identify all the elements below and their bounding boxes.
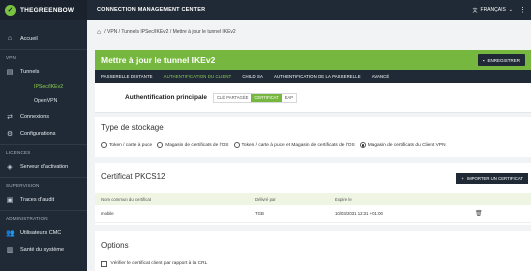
- storage-option-vpn-client[interactable]: Magasin de certificats du Client VPN: [359, 142, 446, 148]
- home-icon[interactable]: ⌂: [97, 29, 101, 36]
- storage-option-os[interactable]: Magasin de certificats de l'OS: [157, 142, 229, 148]
- tab-authentification-client[interactable]: AUTHENTIFICATION DU CLIENT: [164, 74, 232, 79]
- checkbox[interactable]: [101, 261, 107, 267]
- brand-name: THEGREENBOW: [20, 6, 75, 14]
- shield-icon: ◈: [7, 163, 13, 171]
- radio-label: Token / carte à puce et Magasin de certi…: [241, 142, 355, 148]
- divider: [0, 210, 87, 211]
- tab-child-sa[interactable]: CHILD SA: [242, 74, 263, 79]
- options-card: Options Vérifier le certificat client pa…: [95, 231, 531, 271]
- column-header-name[interactable]: Nom commun du certificat: [101, 197, 151, 202]
- sidebar-item-configurations[interactable]: ⚙ Configurations: [0, 125, 87, 142]
- divider: [0, 177, 87, 178]
- health-icon: ▥: [6, 246, 14, 254]
- section-supervision: SUPERVISION: [6, 183, 40, 188]
- radio-button[interactable]: [101, 142, 107, 148]
- sidebar-sub-ipsec[interactable]: IPSec/IKEv2: [0, 80, 87, 94]
- connections-icon: ⇄: [7, 113, 13, 121]
- auth-segmented-control: CLÉ PARTAGÉE CERTIFICAT EAP: [212, 92, 298, 103]
- sidebar-item-traces[interactable]: ▣ Traces d'audit: [0, 191, 87, 208]
- language-selector[interactable]: 文 FRANÇAIS ⌄: [473, 7, 514, 14]
- storage-option-token[interactable]: Token / carte à puce: [101, 142, 152, 148]
- sidebar-item-sante[interactable]: ▥ Santé du système: [0, 241, 87, 258]
- sidebar-item-label: Utilisateurs CMC: [20, 229, 62, 236]
- sidebar-item-label: Accueil: [20, 35, 38, 42]
- sidebar-item-label: Santé du système: [20, 246, 65, 253]
- radio-button-selected[interactable]: [359, 142, 366, 148]
- sidebar-item-serveur[interactable]: ◈ Serveur d'activation: [0, 158, 87, 175]
- plus-icon: +: [461, 176, 464, 181]
- save-icon: ▪: [482, 57, 485, 63]
- page-header: Mettre à jour le tunnel IKEv2 ▪ ENREGIST…: [95, 50, 531, 70]
- audit-icon: ▣: [6, 196, 14, 204]
- tunnel-icon: ▤: [6, 68, 14, 76]
- divider: [0, 49, 87, 50]
- logo[interactable]: ✓ THEGREENBOW: [0, 0, 87, 20]
- sidebar-item-label: Traces d'audit: [20, 196, 55, 203]
- tab-passerelle-distante[interactable]: PASSERELLE DISTANTE: [101, 74, 153, 79]
- section-licences: LICENCES: [6, 150, 31, 155]
- auth-section: Authentification principale CLÉ PARTAGÉE…: [95, 83, 531, 113]
- auth-option-eap[interactable]: EAP: [282, 94, 296, 102]
- pkcs12-card: Certificat PKCS12 + IMPORTER UN CERTIFIC…: [95, 163, 531, 225]
- radio-label: Magasin de certificats du Client VPN: [367, 142, 446, 148]
- tab-avance[interactable]: AVANCÉ: [372, 74, 390, 79]
- checkbox-label: Vérifier le certificat client par rappor…: [110, 261, 208, 267]
- radio-label: Magasin de certificats de l'OS: [165, 142, 229, 148]
- auth-option-certificat[interactable]: CERTIFICAT: [251, 93, 282, 102]
- import-label: IMPORTER UN CERTIFICAT: [466, 176, 523, 181]
- section-vpn: VPN: [6, 55, 17, 60]
- translate-icon: 文: [472, 7, 478, 14]
- sidebar-item-label: Serveur d'activation: [20, 163, 69, 170]
- sidebar-sub-openvpn[interactable]: OpenVPN: [0, 94, 87, 108]
- sidebar-item-users[interactable]: 👥 Utilisateurs CMC: [0, 224, 87, 241]
- top-bar: CONNECTION MANAGEMENT CENTER 文 FRANÇAIS …: [87, 0, 531, 20]
- radio-label: Token / carte à puce: [109, 142, 153, 148]
- storage-radio-group: Token / carte à puce Magasin de certific…: [101, 142, 446, 148]
- sidebar-item-label: Tunnels: [20, 68, 40, 75]
- sidebar-item-label: Configurations: [20, 130, 56, 137]
- sidebar-item-label: Connexions: [20, 113, 50, 120]
- home-icon: ⌂: [7, 35, 13, 42]
- more-icon[interactable]: ⋮: [519, 6, 526, 14]
- chevron-down-icon: ⌄: [508, 7, 513, 13]
- divider: [0, 144, 87, 145]
- tab-bar: PASSERELLE DISTANTE AUTHENTIFICATION DU …: [95, 70, 531, 83]
- tab-authentification-passerelle[interactable]: AUTHENTIFICATION DE LA PASSERELLE: [274, 74, 361, 79]
- auth-option-psk[interactable]: CLÉ PARTAGÉE: [214, 94, 251, 102]
- section-admin: ADMINISTRATION: [6, 216, 48, 221]
- column-header-issuer[interactable]: Délivré par: [255, 197, 276, 202]
- breadcrumb-path[interactable]: / VPN / Tunnels IPSec/IKEv2 / Mettre à j…: [104, 29, 235, 35]
- import-certificate-button[interactable]: + IMPORTER UN CERTIFICAT: [456, 173, 528, 184]
- storage-card: Type de stockage Token / carte à puce Ma…: [95, 117, 531, 157]
- page-title: Mettre à jour le tunnel IKEv2: [101, 55, 216, 65]
- trash-icon[interactable]: 🗑: [475, 210, 483, 217]
- cell-expires: 10/03/2031 12:31 +01:00: [335, 211, 383, 216]
- save-label: ENREGISTRER: [487, 57, 520, 63]
- app-title: CONNECTION MANAGEMENT CENTER: [97, 7, 206, 13]
- table-header: Nom commun du certificat Délivré par Exp…: [95, 193, 531, 205]
- sidebar: ✓ THEGREENBOW ⌂ Accueil VPN ▤ Tunnels IP…: [0, 0, 87, 271]
- pkcs12-title: Certificat PKCS12: [101, 172, 166, 181]
- options-title: Options: [101, 241, 129, 250]
- cell-name: mobile: [101, 211, 114, 216]
- radio-button[interactable]: [157, 142, 164, 148]
- sidebar-item-connexions[interactable]: ⇄ Connexions: [0, 108, 87, 125]
- sidebar-item-tunnels[interactable]: ▤ Tunnels: [0, 63, 87, 80]
- cell-issuer: TGB: [255, 211, 264, 216]
- users-icon: 👥: [6, 229, 15, 237]
- breadcrumb: ⌂ / VPN / Tunnels IPSec/IKEv2 / Mettre à…: [87, 20, 531, 44]
- gear-icon: ⚙: [6, 130, 14, 138]
- save-button[interactable]: ▪ ENREGISTRER: [477, 54, 525, 66]
- sidebar-item-accueil[interactable]: ⌂ Accueil: [0, 30, 87, 47]
- storage-title: Type de stockage: [101, 123, 164, 132]
- storage-option-token-os[interactable]: Token / carte à puce et Magasin de certi…: [233, 142, 355, 148]
- brand-logo-icon: ✓: [5, 4, 16, 16]
- language-label: FRANÇAIS: [480, 7, 506, 13]
- column-header-expires[interactable]: Expire le: [335, 197, 352, 202]
- crl-option[interactable]: Vérifier le certificat client par rappor…: [101, 261, 207, 267]
- radio-button[interactable]: [233, 142, 240, 148]
- auth-label: Authentification principale: [125, 94, 207, 101]
- table-row[interactable]: mobile TGB 10/03/2031 12:31 +01:00 🗑: [95, 205, 531, 223]
